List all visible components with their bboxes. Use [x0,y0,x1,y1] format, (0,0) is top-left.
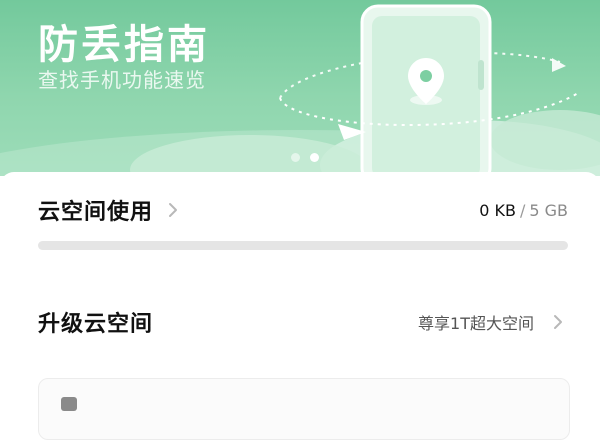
carousel-dot[interactable] [291,153,300,162]
carousel-indicator [291,153,319,162]
carousel-dot-active[interactable] [310,153,319,162]
content-sheet: 云空间使用 0 KB/5 GB 升级云空间 尊享1T超大空间 [0,172,600,440]
upgrade-title: 升级云空间 [38,312,154,337]
storage-used: 0 KB [479,200,516,220]
storage-usage-readout: 0 KB/5 GB [479,201,568,220]
promo-banner[interactable]: 防丢指南 查找手机功能速览 [0,0,600,176]
chevron-right-icon [554,315,562,329]
storage-total: 5 GB [529,200,568,220]
cloud-storage-usage-row[interactable]: 云空间使用 0 KB/5 GB [38,192,568,228]
storage-progress-bar [38,241,568,250]
chevron-right-icon [169,203,178,217]
location-pin-icon [408,58,444,105]
upgrade-promo-text: 尊享1T超大空间 [418,314,534,333]
cloud-storage-title: 云空间使用 [38,200,154,225]
banner-title: 防丢指南 [38,22,210,68]
upgrade-cloud-storage-row[interactable]: 升级云空间 尊享1T超大空间 [38,304,568,340]
banner-subtitle: 查找手机功能速览 [38,68,206,92]
storage-separator: / [519,200,526,220]
item-icon [61,397,77,411]
backup-item-card[interactable] [38,378,570,440]
